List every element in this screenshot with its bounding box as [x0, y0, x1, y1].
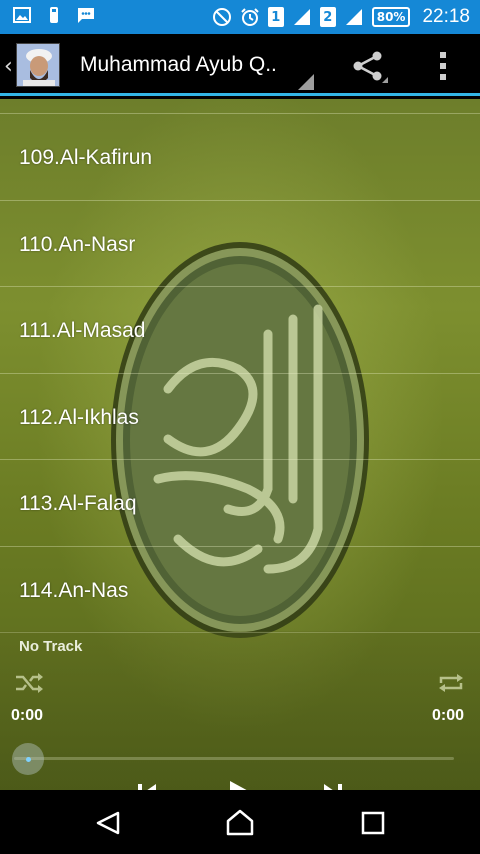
page-title[interactable]: Muhammad Ayub Q.. [80, 53, 277, 77]
avatar-image [17, 44, 59, 86]
track-list: 109.Al-Kafirun 110.An-Nasr 111.Al-Masad … [0, 99, 480, 633]
reciter-avatar[interactable] [16, 43, 60, 87]
list-item[interactable]: 111.Al-Masad [0, 287, 480, 374]
track-label: 113.Al-Falaq [19, 492, 137, 515]
action-bar: ‹ Muhammad Ayub Q.. [0, 34, 480, 96]
message-icon [78, 8, 94, 23]
list-item[interactable]: 109.Al-Kafirun [0, 114, 480, 201]
status-bar: 1 2 80% 22:18 [0, 0, 480, 34]
main-content: 109.Al-Kafirun 110.An-Nasr 111.Al-Masad … [0, 99, 480, 790]
track-label: 110.An-Nasr [19, 232, 136, 256]
track-name: No Track [19, 638, 83, 655]
repeat-icon[interactable] [437, 671, 465, 695]
list-item[interactable]: 114.An-Nas [0, 547, 480, 633]
clock: 22:18 [422, 6, 470, 27]
seek-bar[interactable] [14, 757, 454, 760]
alarm-icon [241, 8, 259, 26]
list-item[interactable]: 110.An-Nasr [0, 201, 480, 287]
player-panel: No Track 0:00 0:00 [0, 631, 480, 790]
overflow-menu-icon[interactable] [428, 48, 458, 84]
gallery-icon [13, 7, 31, 23]
shuffle-icon[interactable] [14, 671, 44, 695]
play-icon[interactable] [226, 779, 254, 790]
next-icon[interactable] [322, 782, 344, 790]
home-icon[interactable] [225, 808, 255, 836]
sim2-icon: 2 [319, 7, 336, 27]
track-label: 112.Al-Ikhlas [19, 405, 139, 429]
elapsed-time: 0:00 [11, 707, 44, 724]
seek-thumb-dot [26, 757, 31, 762]
total-time: 0:00 [432, 707, 465, 724]
list-item[interactable]: 113.Al-Falaq [0, 460, 480, 547]
share-icon[interactable] [346, 48, 390, 84]
previous-button-icon[interactable] [136, 782, 158, 790]
navigation-bar [0, 790, 480, 854]
track-label: 109.Al-Kafirun [19, 146, 153, 169]
track-label: 114.An-Nas [19, 578, 129, 602]
do-not-disturb-icon [212, 8, 231, 26]
up-chevron-icon[interactable]: ‹ [4, 54, 13, 79]
battery-indicator: 80% [371, 7, 411, 27]
recents-icon[interactable] [361, 811, 385, 835]
signal-icon [293, 9, 310, 25]
track-label: 111.Al-Masad [19, 319, 146, 342]
usb-icon [50, 7, 58, 23]
signal-icon-2 [345, 9, 362, 25]
list-item[interactable] [0, 99, 480, 114]
sim1-icon: 1 [267, 7, 284, 27]
dropdown-indicator-icon [298, 74, 314, 90]
back-icon[interactable] [94, 810, 122, 836]
list-item[interactable]: 112.Al-Ikhlas [0, 374, 480, 460]
